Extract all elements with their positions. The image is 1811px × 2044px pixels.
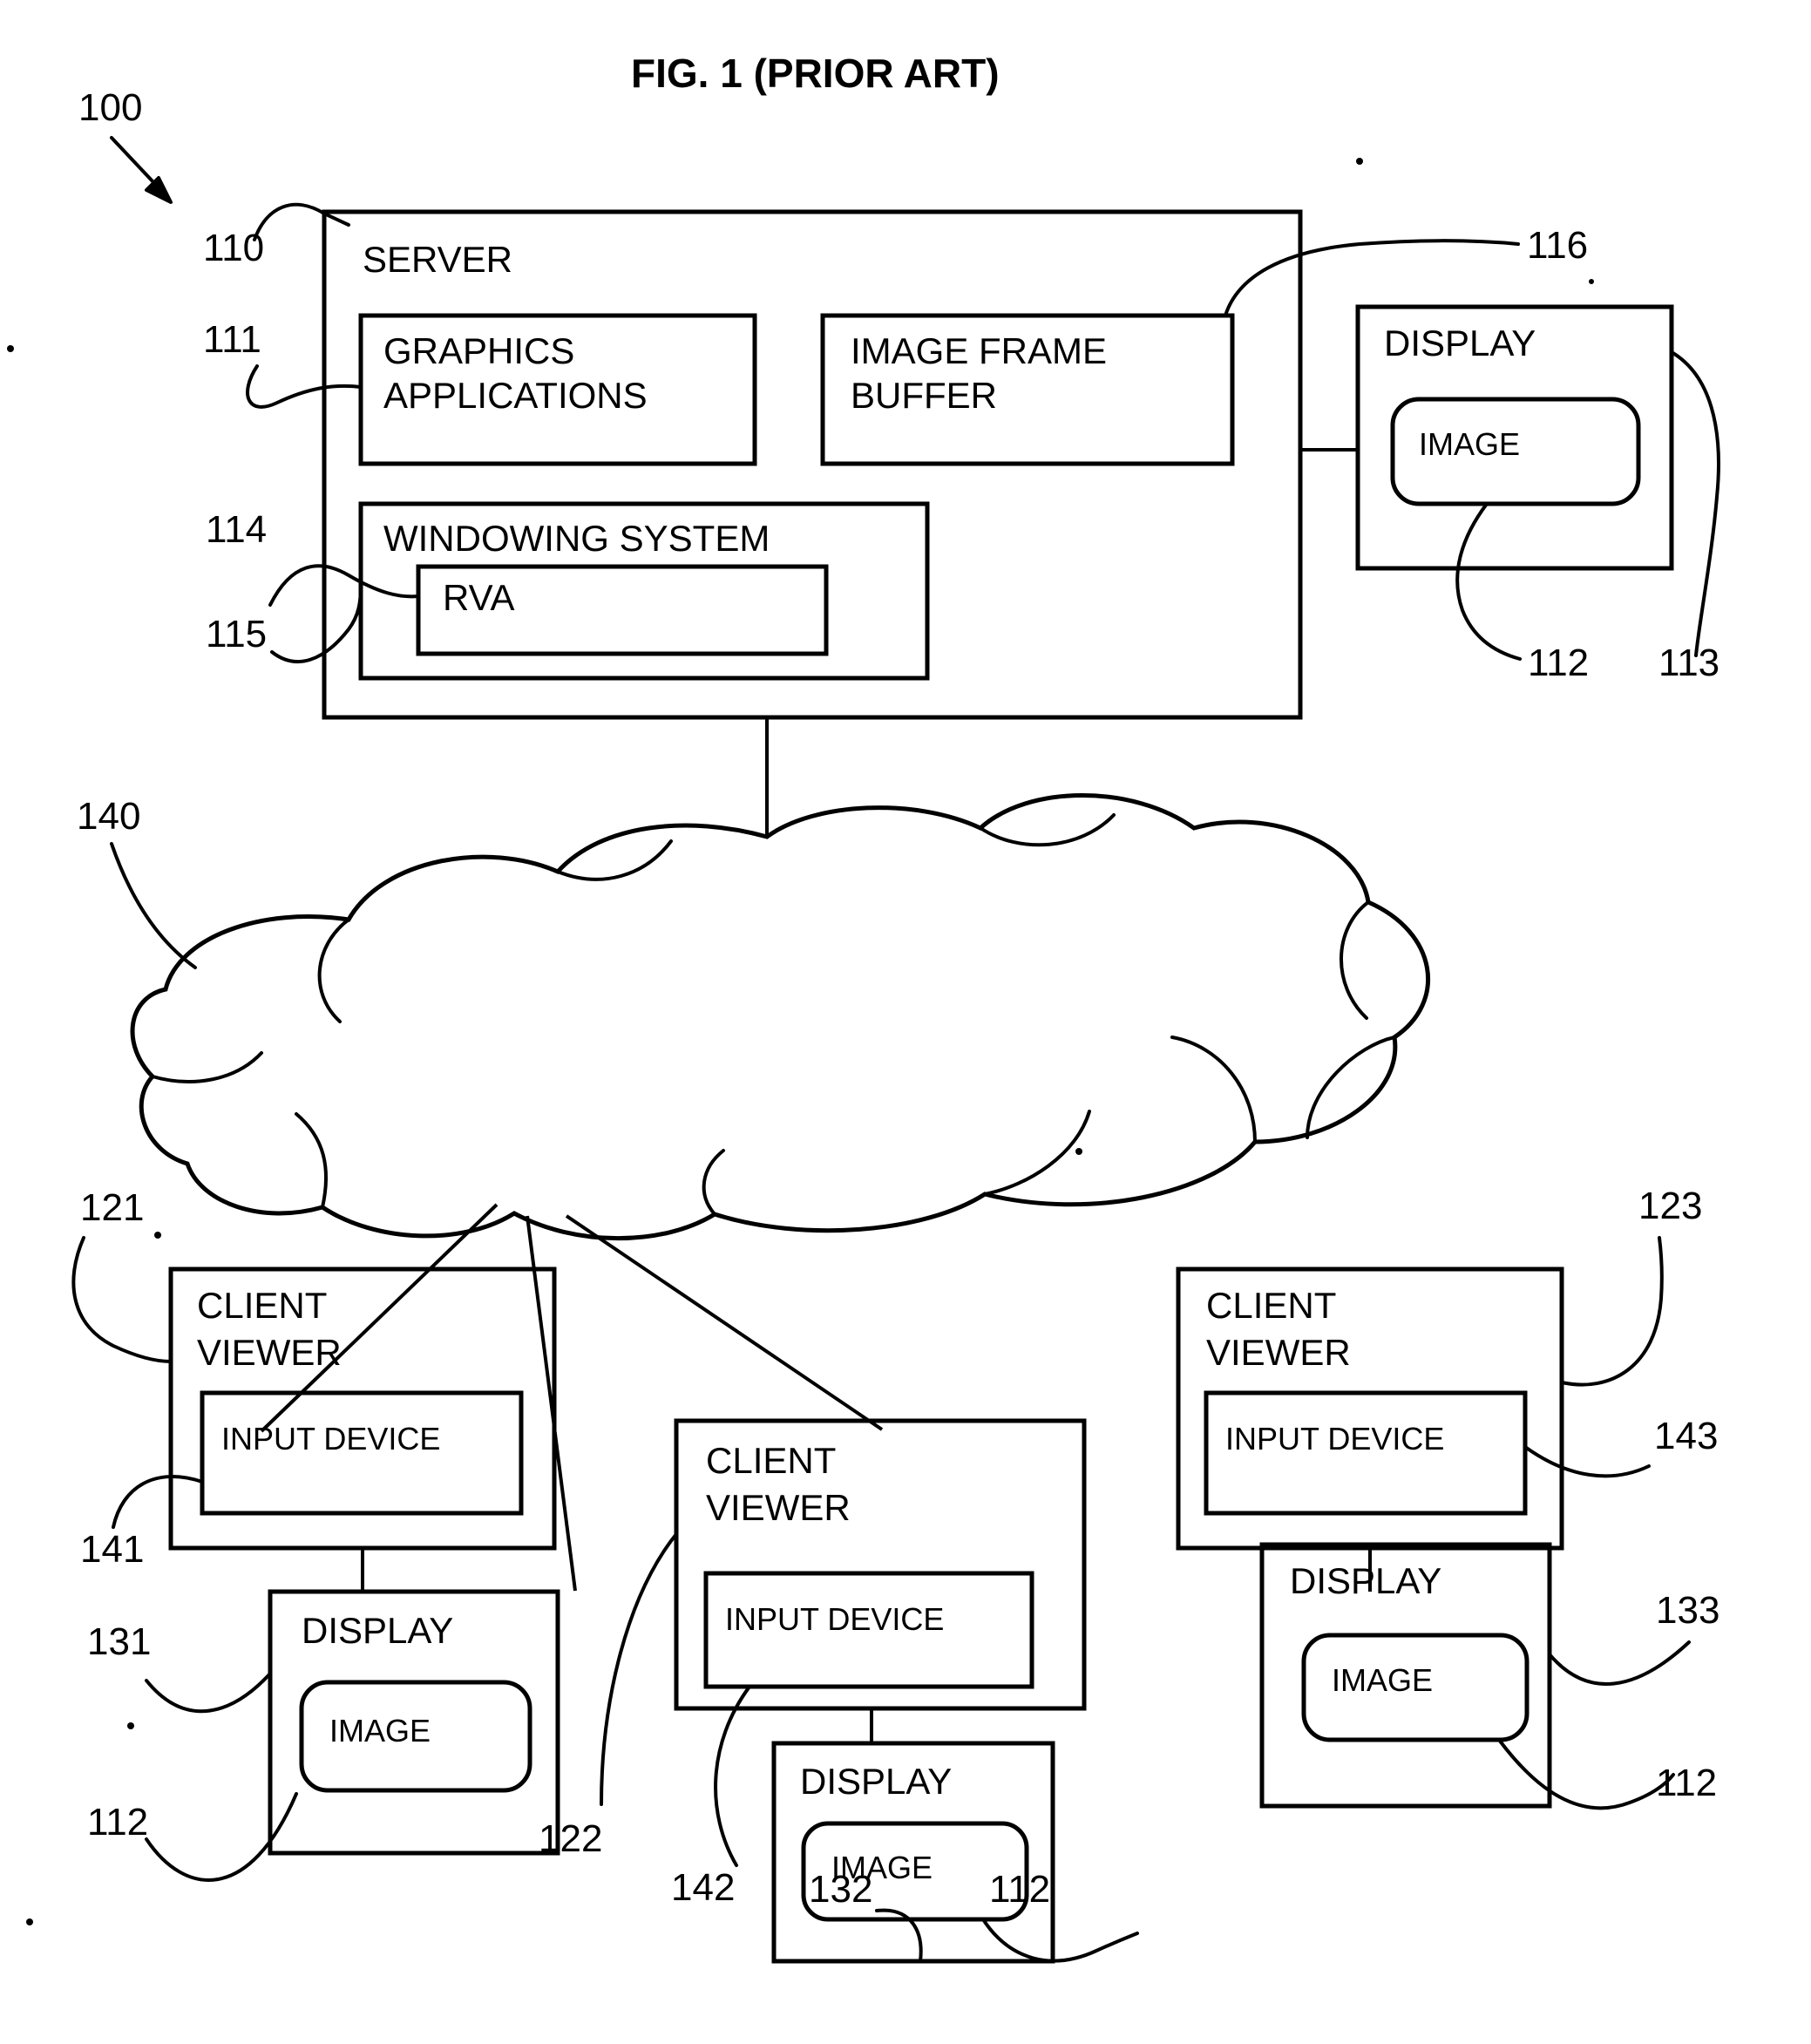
scan-speck-7 <box>26 1918 33 1925</box>
ref-140: 140 <box>77 795 140 838</box>
ref-115-leader <box>270 584 363 663</box>
client-viewer-2-label-line1: CLIENT <box>706 1440 836 1481</box>
server-display-image-label: IMAGE <box>1419 426 1520 462</box>
ref-121: 121 <box>80 1186 144 1229</box>
ref-142: 142 <box>671 1866 735 1909</box>
server-display-label: DISPLAY <box>1384 323 1536 363</box>
ref-100: 100 <box>78 86 142 129</box>
scan-speck-1 <box>1356 158 1363 165</box>
ref-140-leader <box>110 842 197 969</box>
ref-112-client-1: 112 <box>87 1801 148 1844</box>
scan-speck-5 <box>154 1232 161 1239</box>
ref-143: 143 <box>1654 1415 1718 1457</box>
client-1-display-label: DISPLAY <box>302 1610 453 1651</box>
client-viewer-3-input-device-label: INPUT DEVICE <box>1225 1421 1444 1457</box>
ref-131-leader <box>145 1672 272 1714</box>
ref-112-client-2: 112 <box>989 1868 1050 1911</box>
client-viewer-2-input-device-label: INPUT DEVICE <box>725 1601 944 1637</box>
ref-112-server-display: 112 <box>1528 642 1589 684</box>
client-viewer-1-label-line1: CLIENT <box>197 1285 327 1326</box>
ref-132: 132 <box>809 1868 872 1911</box>
ref-111-leader <box>246 364 363 409</box>
network-to-client-3-connector <box>565 1214 884 1431</box>
client-viewer-3-label-line1: CLIENT <box>1206 1285 1336 1326</box>
scan-speck-2 <box>1589 279 1594 284</box>
patent-figure: FIG. 1 (PRIOR ART) 100 SERVER 110 GRAPHI… <box>0 0 1811 2044</box>
ref-100-arrowhead <box>145 176 173 204</box>
ref-114: 114 <box>206 508 267 551</box>
client-viewer-2-label-line2: VIEWER <box>706 1487 851 1528</box>
ref-112-client-1-leader <box>145 1792 298 1882</box>
client-viewer-1-input-device-label: INPUT DEVICE <box>221 1421 440 1457</box>
ref-123-leader <box>1560 1236 1664 1387</box>
rva-label: RVA <box>443 577 514 618</box>
server-label: SERVER <box>363 239 512 280</box>
graphics-applications-label-line1: GRAPHICS <box>383 330 574 371</box>
client-3-display-label: DISPLAY <box>1290 1560 1441 1601</box>
image-frame-buffer-label-line1: IMAGE FRAME <box>851 330 1107 371</box>
graphics-applications-label-line2: APPLICATIONS <box>383 375 648 416</box>
ref-113: 113 <box>1658 642 1719 684</box>
ref-114-leader <box>268 564 420 607</box>
scan-speck-4 <box>1075 1148 1082 1155</box>
ref-112-client-2-leader <box>981 1918 1139 1963</box>
ref-131: 131 <box>87 1620 151 1663</box>
windowing-system-label: WINDOWING SYSTEM <box>383 518 770 559</box>
ref-122-leader <box>600 1532 678 1806</box>
client-2-display-label: DISPLAY <box>800 1761 952 1802</box>
scan-speck-6 <box>127 1722 134 1729</box>
ref-115: 115 <box>206 613 267 655</box>
ref-141: 141 <box>80 1528 144 1571</box>
ref-133: 133 <box>1656 1589 1719 1632</box>
client-3-display-image-label: IMAGE <box>1332 1662 1433 1698</box>
network-to-client-2-connector <box>526 1215 577 1592</box>
ref-133-leader <box>1548 1640 1691 1686</box>
ref-143-leader <box>1523 1445 1651 1478</box>
ref-122: 122 <box>539 1817 602 1860</box>
client-1-display-image-label: IMAGE <box>329 1713 431 1749</box>
ref-113-leader <box>1670 350 1720 657</box>
figure-title: FIG. 1 (PRIOR ART) <box>631 51 1000 96</box>
ref-121-leader <box>71 1236 173 1363</box>
ref-142-leader <box>714 1685 751 1867</box>
ref-116: 116 <box>1527 224 1588 267</box>
ref-111: 111 <box>203 318 261 361</box>
ref-112-server-display-leader <box>1455 502 1522 661</box>
ref-123: 123 <box>1638 1185 1702 1227</box>
client-viewer-3-label-line2: VIEWER <box>1206 1332 1351 1373</box>
ref-110: 110 <box>203 227 264 269</box>
image-frame-buffer-label-line2: BUFFER <box>851 375 997 416</box>
client-viewer-1-label-line2: VIEWER <box>197 1332 342 1373</box>
ref-112-client-3-leader <box>1497 1738 1675 1810</box>
ref-141-leader <box>112 1475 204 1529</box>
scan-speck-3 <box>7 345 14 352</box>
ref-116-leader <box>1224 239 1520 317</box>
